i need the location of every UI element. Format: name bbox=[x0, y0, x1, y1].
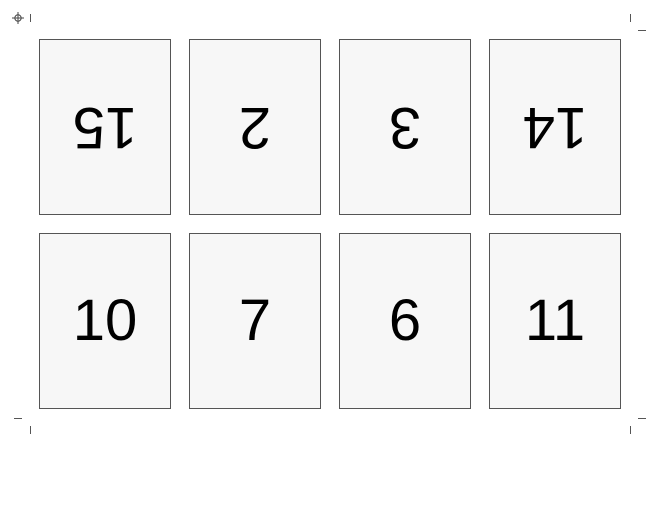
page-panel: 10 bbox=[39, 233, 171, 409]
page-panel: 7 bbox=[189, 233, 321, 409]
page-number: 6 bbox=[388, 288, 422, 353]
page-panel: 6 bbox=[339, 233, 471, 409]
registration-mark-icon bbox=[12, 12, 24, 24]
page-number: 14 bbox=[522, 95, 588, 160]
crop-mark-bottom-right-v bbox=[630, 426, 631, 434]
page-number: 10 bbox=[72, 288, 138, 353]
crop-mark-bottom-right-h bbox=[638, 418, 646, 419]
page-panel: 2 bbox=[189, 39, 321, 215]
crop-mark-top-right-v bbox=[630, 14, 631, 22]
page-number: 15 bbox=[72, 95, 138, 160]
page-panel: 15 bbox=[39, 39, 171, 215]
crop-mark-top-left-v bbox=[30, 14, 31, 22]
page-panel: 11 bbox=[489, 233, 621, 409]
page-panel: 3 bbox=[339, 39, 471, 215]
page-number: 11 bbox=[524, 288, 586, 353]
page-panel: 14 bbox=[489, 39, 621, 215]
page-number: 2 bbox=[238, 95, 272, 160]
crop-mark-bottom-left-v bbox=[30, 426, 31, 434]
page-number: 3 bbox=[388, 95, 422, 160]
page-number: 7 bbox=[238, 288, 272, 353]
crop-mark-bottom-left-h bbox=[14, 418, 22, 419]
imposition-sheet: 15 2 3 14 10 7 6 11 bbox=[0, 0, 660, 510]
crop-mark-top-right-h bbox=[638, 30, 646, 31]
